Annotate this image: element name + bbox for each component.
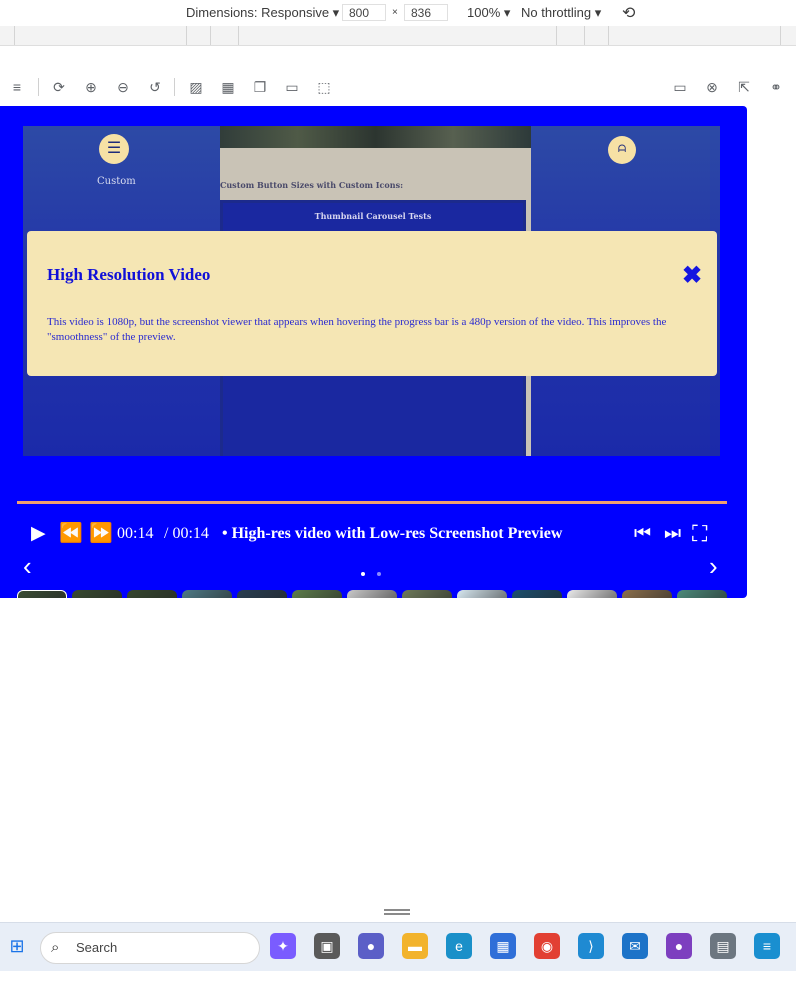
layers-icon[interactable]: ❐	[251, 78, 269, 96]
thumb-8[interactable]	[402, 590, 452, 598]
chrome-icon[interactable]: ◉	[534, 933, 560, 959]
teams-icon[interactable]: ●	[358, 933, 384, 959]
dock-icon[interactable]: ▭	[671, 78, 689, 96]
vscode-icon[interactable]: ⟩	[578, 933, 604, 959]
thumbnail-carousel	[17, 590, 729, 598]
play-icon[interactable]: ▶	[31, 520, 46, 548]
duration: / 00:14	[164, 525, 209, 542]
next-icon[interactable]: ⏭	[664, 520, 681, 548]
carousel-dot-2[interactable]	[377, 572, 381, 576]
edge-icon[interactable]: e	[446, 933, 472, 959]
close-circle-icon[interactable]: ⊗	[703, 78, 721, 96]
devtools-device-toolbar: Dimensions: Responsive ▾ 800 × 836 100% …	[0, 0, 796, 26]
rewind-icon[interactable]: ⏪	[59, 520, 83, 548]
fullscreen-icon[interactable]: ⛶	[692, 520, 707, 548]
calculator-icon[interactable]: ▤	[710, 933, 736, 959]
thumb-13[interactable]	[677, 590, 727, 598]
thumb-11[interactable]	[567, 590, 617, 598]
github-icon[interactable]: ●	[666, 933, 692, 959]
custom-label: Custom	[97, 176, 136, 187]
windows-taskbar: ⊞ ⌕ Search ✦ ▣ ● ▬ e ▦ ◉ ⟩ ✉ ● ▤ ≡	[0, 922, 796, 971]
thumb-3[interactable]	[127, 590, 177, 598]
zoom-dropdown[interactable]: 100% ▾	[467, 5, 510, 21]
video-caption: Custom Button Sizes with Custom Icons:	[220, 180, 404, 190]
player-controls: ▶ ⏪ ⏩ 00:14 / 00:14 • High-res video wit…	[0, 520, 747, 550]
menu-icon: ☰	[99, 134, 129, 164]
carousel-dot-1[interactable]	[361, 572, 365, 576]
thumb-1[interactable]	[17, 590, 67, 598]
link-icon[interactable]: ⚭	[767, 78, 785, 96]
video-inner-title: Thumbnail Carousel Tests	[314, 211, 432, 221]
dimensions-dropdown[interactable]: Dimensions: Responsive ▾	[186, 5, 339, 21]
reset-icon[interactable]: ↺	[146, 78, 164, 96]
thumb-2[interactable]	[72, 590, 122, 598]
file-explorer-icon[interactable]: ▬	[402, 933, 428, 959]
select-icon[interactable]: ⬚	[315, 78, 333, 96]
throttling-dropdown[interactable]: No throttling ▾	[521, 5, 601, 21]
carousel-dots	[361, 563, 393, 581]
thumb-10[interactable]	[512, 590, 562, 598]
copilot-icon[interactable]: ✦	[270, 933, 296, 959]
taskbar-search[interactable]: ⌕ Search	[40, 932, 260, 964]
obs-icon[interactable]: ▣	[314, 933, 340, 959]
thumb-5[interactable]	[237, 590, 287, 598]
carousel-next-icon[interactable]: ›	[709, 553, 718, 579]
resize-handle[interactable]	[384, 909, 410, 917]
width-input[interactable]: 800	[342, 4, 386, 21]
image-icon[interactable]: ▨	[187, 78, 205, 96]
menu-icon[interactable]: ≡	[8, 78, 26, 96]
info-panel: High Resolution Video ✖ This video is 10…	[27, 231, 717, 376]
media-query-ruler	[0, 26, 796, 46]
close-icon[interactable]: ✖	[682, 264, 702, 288]
store-icon[interactable]: ▦	[490, 933, 516, 959]
notepad-icon[interactable]: ≡	[754, 933, 780, 959]
times-sign: ×	[392, 7, 398, 18]
viewer-toolbar: ≡ ⟳ ⊕ ⊖ ↺ ▨ ▦ ❐ ▭ ⬚ ▭ ⊗ ⇱ ⚭	[0, 72, 796, 102]
current-time: 00:14	[117, 525, 154, 542]
grid-icon[interactable]: ▦	[219, 78, 237, 96]
carousel-prev-icon[interactable]: ‹	[23, 553, 32, 579]
mail-icon[interactable]: ✉	[622, 933, 648, 959]
thumb-4[interactable]	[182, 590, 232, 598]
search-placeholder: Search	[76, 940, 118, 955]
windows-start-icon[interactable]: ⊞	[4, 933, 30, 959]
open-external-icon[interactable]: ⇱	[735, 78, 753, 96]
thumb-12[interactable]	[622, 590, 672, 598]
zoom-out-icon[interactable]: ⊖	[114, 78, 132, 96]
fast-forward-icon[interactable]: ⏩	[89, 520, 113, 548]
zoom-in-icon[interactable]: ⊕	[82, 78, 100, 96]
info-body: This video is 1080p, but the screenshot …	[47, 316, 667, 343]
video-title: • High-res video with Low-res Screenshot…	[222, 525, 563, 542]
github-icon: ᗩ	[608, 136, 636, 164]
panel-icon[interactable]: ▭	[283, 78, 301, 96]
thumb-9[interactable]	[457, 590, 507, 598]
search-icon: ⌕	[51, 939, 60, 956]
thumb-6[interactable]	[292, 590, 342, 598]
thumb-7[interactable]	[347, 590, 397, 598]
rotate-icon[interactable]: ⟳	[50, 78, 68, 96]
previous-icon[interactable]: ⏮	[634, 520, 651, 548]
progress-bar[interactable]	[17, 501, 727, 504]
height-input[interactable]: 836	[404, 4, 448, 21]
rotate-icon[interactable]: ⟲	[622, 3, 635, 23]
info-title: High Resolution Video	[47, 265, 211, 284]
